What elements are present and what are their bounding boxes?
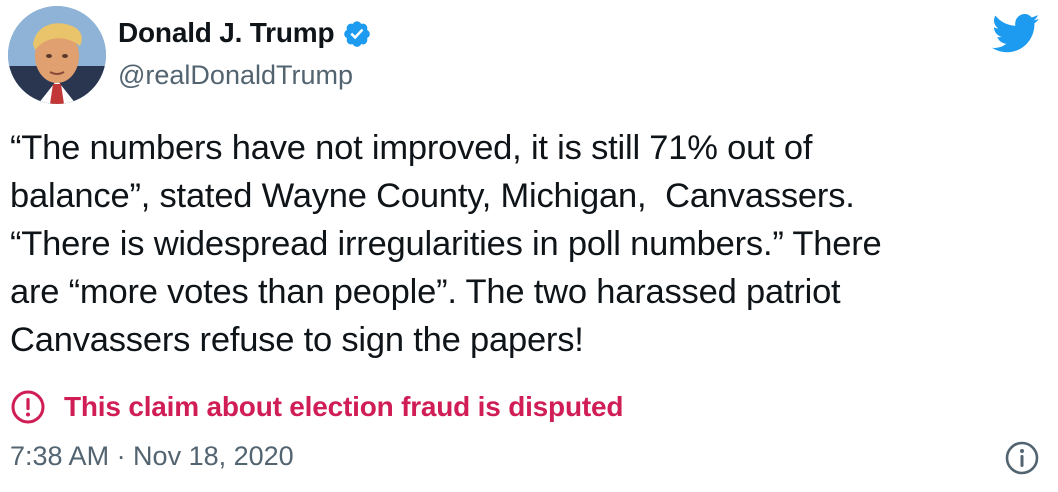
tweet-text-line: are “more votes than people”. The two ha… bbox=[10, 273, 841, 311]
alert-circle-icon bbox=[10, 389, 46, 425]
author-display-name[interactable]: Donald J. Trump bbox=[118, 17, 335, 49]
disputed-label-text[interactable]: This claim about election fraud is dispu… bbox=[64, 391, 623, 423]
author-name-row: Donald J. Trump bbox=[118, 17, 372, 49]
disputed-claim-label[interactable]: This claim about election fraud is dispu… bbox=[10, 389, 623, 425]
tweet-timestamp[interactable]: 7:38 AM · Nov 18, 2020 bbox=[10, 441, 294, 472]
tweet-text-line: “There is widespread irregularities in p… bbox=[10, 225, 882, 263]
avatar[interactable] bbox=[8, 6, 106, 104]
tweet-text: “The numbers have not improved, it is st… bbox=[10, 124, 1040, 364]
tweet-text-line: balance”, stated Wayne County, Michigan,… bbox=[10, 177, 855, 215]
author-handle[interactable]: @realDonaldTrump bbox=[118, 60, 353, 91]
tweet-card: Donald J. Trump @realDonaldTrump “The nu… bbox=[0, 0, 1058, 492]
verified-badge-icon bbox=[342, 19, 372, 49]
avatar-image bbox=[8, 6, 106, 104]
tweet-text-line: Canvassers refuse to sign the papers! bbox=[10, 321, 584, 359]
info-icon[interactable] bbox=[1004, 440, 1040, 476]
twitter-bird-icon[interactable] bbox=[992, 14, 1040, 54]
tweet-text-line: “The numbers have not improved, it is st… bbox=[10, 129, 813, 167]
